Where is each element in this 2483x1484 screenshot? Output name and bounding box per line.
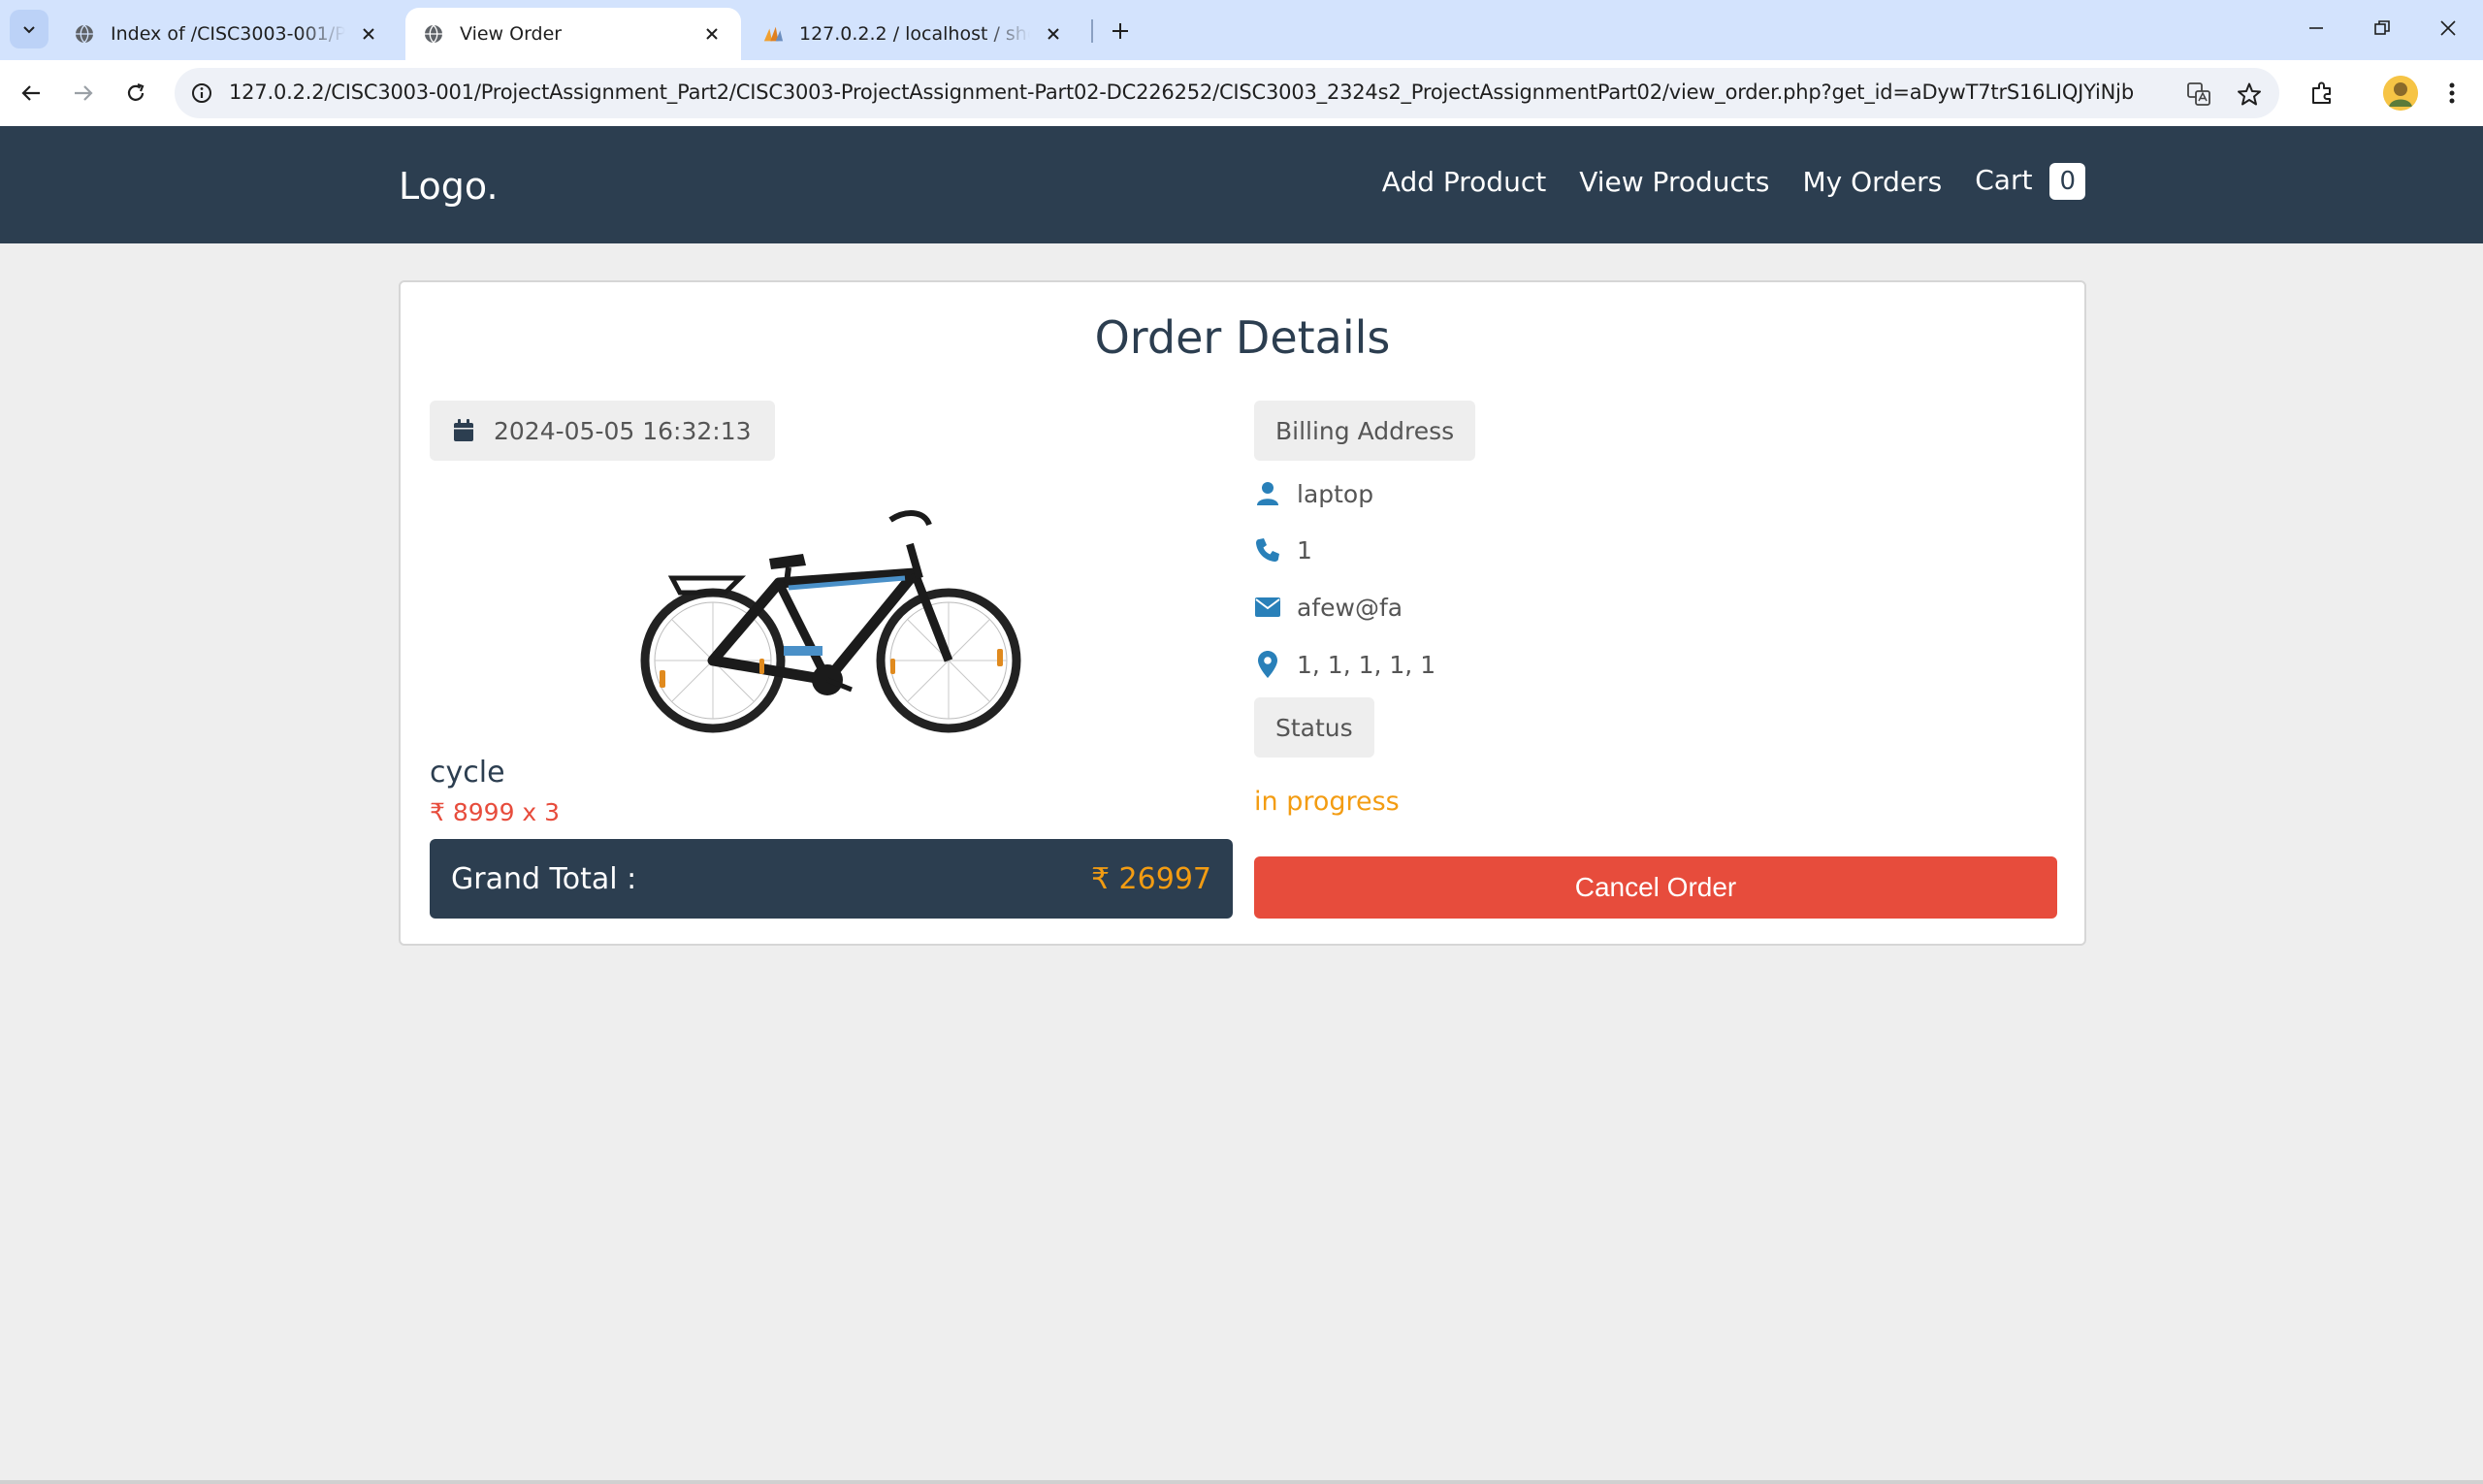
billing-address: 1, 1, 1, 1, 1 <box>1297 650 1436 679</box>
main-nav: Add Product View Products My Orders Cart… <box>1349 163 2085 200</box>
globe-icon <box>423 23 444 45</box>
tab-search-button[interactable] <box>10 10 48 48</box>
tab-title: View Order <box>460 23 563 45</box>
cancel-order-button[interactable]: Cancel Order <box>1254 856 2057 919</box>
billing-phone-row: 1 <box>1254 531 1312 569</box>
order-date-badge: 2024-05-05 16:32:13 <box>430 401 775 461</box>
product-name: cycle <box>430 756 505 790</box>
url-text[interactable]: 127.0.2.2/CISC3003-001/ProjectAssignment… <box>229 81 2134 104</box>
nav-cart[interactable]: Cart 0 <box>1975 163 2085 200</box>
nav-cart-label: Cart <box>1975 164 2033 196</box>
billing-address-row: 1, 1, 1, 1, 1 <box>1254 645 1435 684</box>
chevron-down-icon <box>23 26 35 34</box>
reload-button[interactable] <box>116 74 155 113</box>
tab-title: Index of /CISC3003-001/ProjectAssignment… <box>111 23 345 45</box>
billing-email-row: afew@fa <box>1254 588 1403 627</box>
browser-tab-strip: Index of /CISC3003-001/ProjectAssignment… <box>0 0 2483 60</box>
billing-email: afew@fa <box>1297 593 1403 622</box>
minimize-button[interactable] <box>2281 0 2351 56</box>
phone-icon <box>1254 537 1281 563</box>
product-price-quantity: ₹ 8999 x 3 <box>430 798 561 826</box>
forward-button[interactable] <box>64 74 103 113</box>
tab-view-order[interactable]: View Order <box>405 8 741 60</box>
close-icon[interactable] <box>700 22 724 46</box>
globe-icon <box>74 23 95 45</box>
profile-avatar[interactable] <box>2383 76 2418 111</box>
tab-separator <box>1091 19 1093 43</box>
tab-index[interactable]: Index of /CISC3003-001/ProjectAssignment… <box>56 8 398 60</box>
billing-address-heading: Billing Address <box>1254 401 1476 461</box>
plus-icon <box>1113 23 1128 39</box>
grand-total-value: ₹ 26997 <box>1090 862 1211 896</box>
billing-name-row: laptop <box>1254 474 1373 513</box>
arrow-right-icon <box>75 85 93 101</box>
phpmyadmin-icon <box>762 23 784 45</box>
site-header: Logo. Add Product View Products My Order… <box>0 126 2483 243</box>
billing-name: laptop <box>1297 479 1374 508</box>
user-icon <box>1254 481 1281 506</box>
tab-title: 127.0.2.2 / localhost / shop_db <box>799 23 1030 45</box>
nav-add-product[interactable]: Add Product <box>1382 166 1546 198</box>
tab-phpmyadmin[interactable]: 127.0.2.2 / localhost / shop_db <box>745 8 1082 60</box>
minimize-icon <box>2309 27 2323 29</box>
reload-icon <box>127 82 145 101</box>
order-details-card: Order Details 2024-05-05 16:32:13 cycle … <box>399 280 2086 946</box>
nav-view-products[interactable]: View Products <box>1579 166 1769 198</box>
close-icon <box>2440 20 2456 36</box>
product-image <box>633 486 1031 738</box>
translate-icon[interactable] <box>2184 80 2213 109</box>
status-heading: Status <box>1254 697 1374 758</box>
extensions-icon[interactable] <box>2303 74 2341 113</box>
close-icon[interactable] <box>1042 22 1065 46</box>
restore-icon <box>2374 20 2390 35</box>
order-date: 2024-05-05 16:32:13 <box>494 416 752 445</box>
browser-toolbar: 127.0.2.2/CISC3003-001/ProjectAssignment… <box>0 60 2483 126</box>
order-status-value: in progress <box>1254 787 1400 817</box>
site-info-icon[interactable] <box>188 80 215 107</box>
close-window-button[interactable] <box>2413 0 2483 56</box>
calendar-icon <box>453 419 474 442</box>
more-menu-icon[interactable] <box>2433 74 2471 113</box>
nav-my-orders[interactable]: My Orders <box>1802 166 1942 198</box>
arrow-left-icon <box>21 85 40 101</box>
grand-total-bar: Grand Total : ₹ 26997 <box>430 839 1233 919</box>
window-bottom-edge <box>0 1480 2483 1484</box>
address-bar[interactable]: 127.0.2.2/CISC3003-001/ProjectAssignment… <box>175 68 2279 118</box>
grand-total-label: Grand Total : <box>451 862 637 896</box>
site-logo[interactable]: Logo. <box>399 165 499 208</box>
cart-count-badge: 0 <box>2049 163 2085 200</box>
billing-phone: 1 <box>1297 535 1312 565</box>
back-button[interactable] <box>12 74 50 113</box>
close-icon[interactable] <box>357 22 380 46</box>
restore-button[interactable] <box>2347 0 2417 56</box>
envelope-icon <box>1254 597 1281 617</box>
bookmark-star-icon[interactable] <box>2235 80 2264 109</box>
new-tab-button[interactable] <box>1101 12 1140 50</box>
map-marker-icon <box>1254 651 1281 678</box>
page-title: Order Details <box>1094 311 1391 364</box>
bicycle-illustration <box>640 510 1021 733</box>
